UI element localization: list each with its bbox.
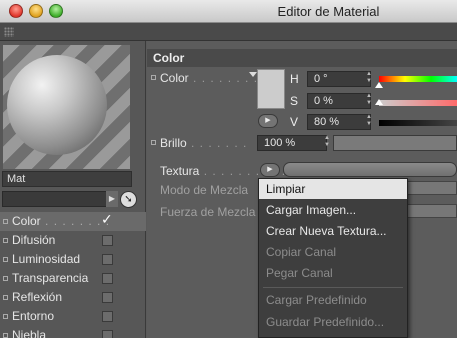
bullet-icon [3,276,8,281]
spin-arrows-icon[interactable]: ▲ ▼ [365,71,373,87]
title-bar: Editor de Material [0,0,457,23]
bullet-icon [3,314,8,319]
channel-niebla[interactable]: Niebla [0,326,146,338]
saturation-slider-thumb[interactable] [375,99,383,105]
brillo-input[interactable]: 100 % [257,135,327,151]
channel-label: Difusión [12,233,56,247]
bullet-icon [151,140,156,145]
texture-slot[interactable] [283,162,457,177]
channel-checkbox[interactable] [102,311,113,322]
menu-item-cargar-predefinido: Cargar Predefinido [266,293,367,307]
channel-label: Reflexión [12,290,63,304]
menu-item-cargar-imagen[interactable]: Cargar Imagen... [259,200,407,220]
checkmark-icon[interactable]: ✓ [101,210,113,229]
leader-dots: . . . . . . . . [40,214,111,228]
spin-arrows-icon[interactable]: ▲ ▼ [323,135,331,151]
bullet-icon [3,333,8,338]
brillo-slider[interactable] [333,135,457,151]
fuerza-mezcla-label: Fuerza de Mezcla [160,205,256,219]
channel-label: Color [12,214,41,228]
bullet-icon [3,295,8,300]
channel-checkbox[interactable] [102,235,113,246]
texture-menu-button[interactable]: ▶ [260,163,280,177]
channel-entorno[interactable]: Entorno [0,307,146,326]
bullet-icon [3,219,8,224]
play-arrow-icon[interactable]: ▶ [106,191,118,207]
brillo-label: Brillo [160,136,187,150]
material-name-field[interactable]: Mat [2,171,132,187]
hue-slider-thumb[interactable] [375,82,383,88]
spin-arrows-icon[interactable]: ▲ ▼ [365,114,373,130]
spin-arrows-icon[interactable]: ▲ ▼ [365,93,373,109]
menu-separator [263,287,403,288]
channel-checkbox[interactable] [102,254,113,265]
bullet-icon [3,257,8,262]
channel-difusion[interactable]: Difusión [0,231,146,250]
material-preview[interactable] [3,45,130,169]
triangle-down-icon[interactable] [249,72,257,77]
bullet-icon [3,238,8,243]
value-slider[interactable] [379,120,457,126]
menu-item-pegar-canal: Pegar Canal [266,266,333,280]
modo-mezcla-label: Modo de Mezcla [160,183,249,197]
color-label-row: Color . . . . . . . . [160,71,258,85]
material-list-panel: Mat ▶ ➘ Color . . . . . . . . ✓ Difusión… [0,41,146,338]
brillo-label-row: Brillo . . . . . . . [160,136,247,150]
channel-label: Niebla [12,328,47,338]
channel-checkbox[interactable] [102,273,113,284]
material-select[interactable] [2,191,116,207]
value-input[interactable]: 80 % [307,114,371,130]
grip-icon[interactable] [4,27,14,37]
section-title: Color [147,49,457,67]
saturation-input[interactable]: 0 % [307,93,371,109]
textura-label: Textura [160,164,200,178]
window-title: Editor de Material [277,4,380,19]
channel-label: Entorno [12,309,55,323]
channel-luminosidad[interactable]: Luminosidad [0,250,146,269]
play-button[interactable]: ▶ [258,114,278,128]
saturation-slider[interactable] [379,100,457,106]
color-label: Color [160,71,189,85]
channel-list: Color . . . . . . . . ✓ Difusión Luminos… [0,210,146,338]
hue-input[interactable]: 0 ° [307,71,371,87]
channel-checkbox[interactable] [102,330,113,338]
menu-item-limpiar[interactable]: Limpiar [259,179,407,199]
leader-dots: . . . . . . . . [188,71,259,85]
toolbar [0,23,457,41]
channel-label: Transparencia [12,271,89,285]
pointer-picker-icon[interactable]: ➘ [120,191,137,208]
channel-label: Luminosidad [12,252,81,266]
channel-transparencia[interactable]: Transparencia [0,269,146,288]
color-swatch[interactable] [257,69,285,109]
channel-color[interactable]: Color . . . . . . . . ✓ [0,210,146,231]
bullet-icon [151,75,156,80]
preview-sphere [7,55,107,155]
channel-checkbox[interactable] [102,292,113,303]
menu-item-copiar-canal: Copiar Canal [266,245,337,259]
hue-slider[interactable] [379,76,457,82]
leader-dots: . . . . . . . [186,136,248,150]
channel-reflexion[interactable]: Reflexión [0,288,146,307]
menu-item-crear-nueva-textura[interactable]: Crear Nueva Textura... [259,221,407,241]
menu-item-guardar-predefinido: Guardar Predefinido... [266,315,385,329]
v-label: V [290,115,299,129]
texture-context-menu: Limpiar Cargar Imagen... Crear Nueva Tex… [258,178,408,338]
s-label: S [290,94,299,108]
h-label: H [290,72,299,86]
